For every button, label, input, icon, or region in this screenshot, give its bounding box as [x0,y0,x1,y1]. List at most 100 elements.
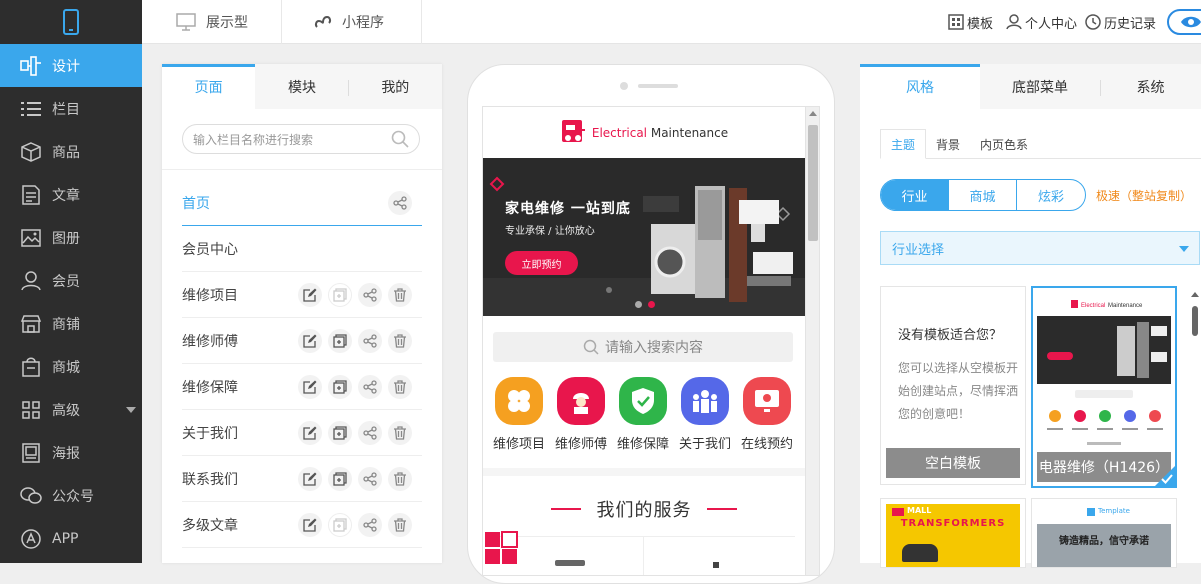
trash-icon[interactable] [388,421,412,445]
edit-icon[interactable] [298,375,322,399]
nav-label: 海报 [52,445,80,462]
site-header[interactable]: Electrical Maintenance [483,107,805,158]
personal-center-link[interactable]: 个人中心 [1006,0,1077,44]
nav-item-mall[interactable]: 商城 [0,345,142,388]
blank-template-card[interactable]: 没有模板适合您？ 您可以选择从空模板开始创建站点，尽情挥洒您的创意吧！ 空白模板 [880,286,1026,485]
page-row-label: 会员中心 [182,241,238,258]
quick-item-about-us[interactable]: 关于我们 [677,377,733,452]
edit-icon[interactable] [298,421,322,445]
search-icon[interactable] [391,130,409,148]
page-row-repair-guarantee[interactable]: 维修保障 [182,364,422,410]
hero-banner[interactable]: 家电维修 一站到底 专业承保 / 让你放心 立即预约 [483,158,805,316]
page-row-member-center[interactable]: 会员中心 [182,226,422,272]
tab-bottom-menu[interactable]: 底部菜单 [980,64,1100,109]
add-page-icon[interactable] [328,329,352,353]
industry-select[interactable]: 行业选择 [880,231,1200,265]
segment-colorful[interactable]: 炫彩 [1017,180,1085,210]
scrollbar-thumb[interactable] [808,125,818,241]
template-link[interactable]: 模板 [948,0,993,44]
preview-button[interactable] [1167,9,1201,35]
template-card-corporate[interactable]: Template 铸造精品，信守承诺 [1031,498,1177,568]
tab-system[interactable]: 系统 [1100,64,1201,109]
layout-grid-icon[interactable] [483,530,519,566]
subtab-inner-colors[interactable]: 内页色系 [970,129,1038,159]
site-search-input[interactable]: 请输入搜索内容 [493,332,793,362]
quick-item-repair-items[interactable]: 维修项目 [491,377,547,452]
template-thumbnail: Electrical Maintenance [1037,292,1171,452]
tab-display-type[interactable]: 展示型 [176,0,248,44]
tab-mine[interactable]: 我的 [349,64,442,109]
trash-icon[interactable] [388,467,412,491]
share-icon[interactable] [388,191,412,215]
tab-style[interactable]: 风格 [860,64,980,109]
tab-modules[interactable]: 模块 [255,64,348,109]
add-page-icon[interactable] [328,467,352,491]
scroll-up-icon[interactable] [809,111,817,116]
nav-item-app[interactable]: APP [0,517,142,560]
trash-icon[interactable] [388,329,412,353]
template-card-selected[interactable]: Electrical Maintenance 电器维修（H1426） [1031,286,1177,488]
book-now-button[interactable]: 立即预约 [505,251,578,275]
page-row-home[interactable]: 首页 [182,180,422,226]
tab-pages[interactable]: 页面 [162,64,256,109]
edit-icon[interactable] [298,329,322,353]
carousel-dot[interactable] [635,301,642,308]
blank-template-footer[interactable]: 空白模板 [886,448,1020,478]
add-page-icon [328,513,352,537]
segment-mall[interactable]: 商城 [949,180,1017,210]
share-icon[interactable] [358,329,382,353]
nav-item-gallery[interactable]: 图册 [0,216,142,259]
carousel-dot-active[interactable] [648,301,655,308]
column-search-input[interactable]: 输入栏目名称进行搜索 [182,124,420,154]
nav-item-products[interactable]: 商品 [0,130,142,173]
card4-headline: 铸造精品，信守承诺 [1059,536,1149,547]
page-row-about-us[interactable]: 关于我们 [182,410,422,456]
share-icon[interactable] [358,283,382,307]
tab-mini-program[interactable]: 小程序 [314,0,384,44]
nav-item-shop[interactable]: 商铺 [0,302,142,345]
trash-icon[interactable] [388,513,412,537]
nav-item-articles[interactable]: 文章 [0,173,142,216]
trash-icon[interactable] [388,283,412,307]
share-icon[interactable] [358,375,382,399]
nav-item-advanced[interactable]: 高级 [0,388,142,431]
page-row-repair-masters[interactable]: 维修师傅 [182,318,422,364]
nav-item-wechat[interactable]: 公众号 [0,474,142,517]
nav-item-columns[interactable]: 栏目 [0,87,142,130]
grid-icon [20,399,42,421]
nav-item-design[interactable]: 设计 [0,44,142,87]
quick-copy-link[interactable]: 极速（整站复制） [1096,187,1192,204]
edit-icon[interactable] [298,467,322,491]
mobile-device-icon[interactable] [0,0,142,44]
quick-item-repair-masters[interactable]: 维修师傅 [553,377,609,452]
mall-logo-icon [892,508,904,516]
quick-item-repair-guarantee[interactable]: 维修保障 [615,377,671,452]
search-placeholder: 输入栏目名称进行搜索 [193,132,314,147]
edit-icon[interactable] [298,513,322,537]
share-icon[interactable] [358,513,382,537]
template-list-scrollbar[interactable] [1190,286,1201,563]
segment-industry[interactable]: 行业 [881,180,949,210]
template-card-mall[interactable]: MALL TRANSFORMERS [880,498,1026,568]
page-row-multilevel-articles[interactable]: 多级文章 [182,502,422,548]
team-icon [681,377,729,425]
add-page-icon[interactable] [328,421,352,445]
subtab-theme[interactable]: 主题 [880,129,927,159]
trash-icon[interactable] [388,375,412,399]
poster-icon [20,442,42,464]
nav-item-poster[interactable]: 海报 [0,431,142,474]
scrollbar-thumb[interactable] [1192,306,1198,336]
add-page-icon[interactable] [328,375,352,399]
subtab-background[interactable]: 背景 [926,129,970,159]
page-row-contact-us[interactable]: 联系我们 [182,456,422,502]
nav-item-members[interactable]: 会员 [0,259,142,302]
edit-icon[interactable] [298,283,322,307]
share-icon[interactable] [358,421,382,445]
quick-item-online-booking[interactable]: 在线预约 [739,377,795,452]
history-link[interactable]: 历史记录 [1085,0,1156,44]
page-row-repair-items[interactable]: 维修项目 [182,272,422,318]
scroll-up-icon[interactable] [1191,292,1199,297]
scrollbar[interactable] [805,107,819,575]
share-icon[interactable] [358,467,382,491]
phone-screen[interactable]: Electrical Maintenance 家电维修 一站到底 专业承保 / … [482,106,820,576]
